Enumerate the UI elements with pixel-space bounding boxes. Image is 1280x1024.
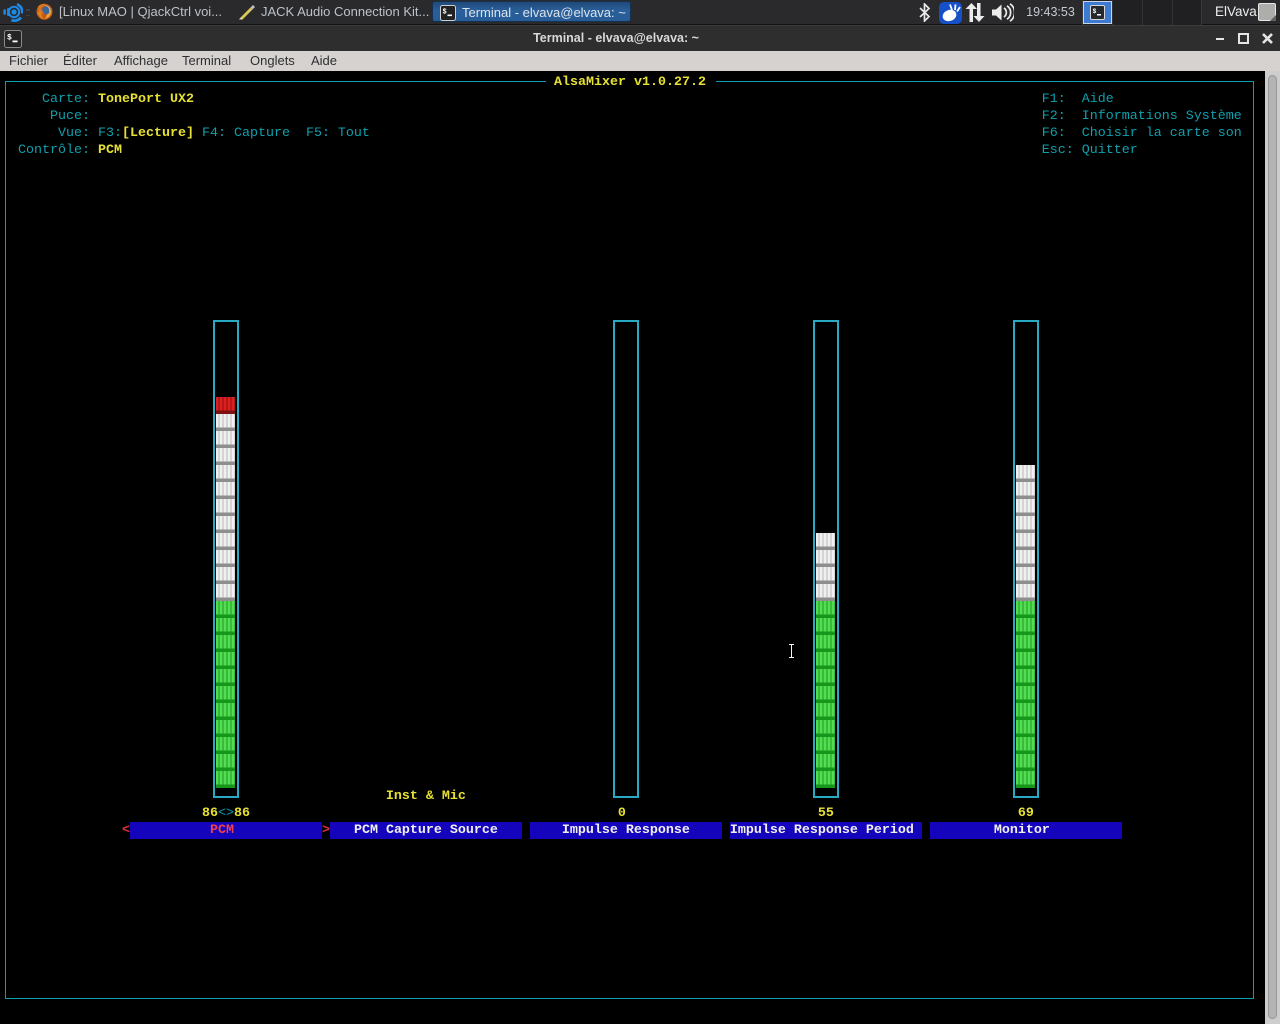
- svg-text:$: $: [1093, 8, 1097, 15]
- svg-text:$: $: [443, 9, 447, 17]
- svg-text:$: $: [7, 34, 12, 43]
